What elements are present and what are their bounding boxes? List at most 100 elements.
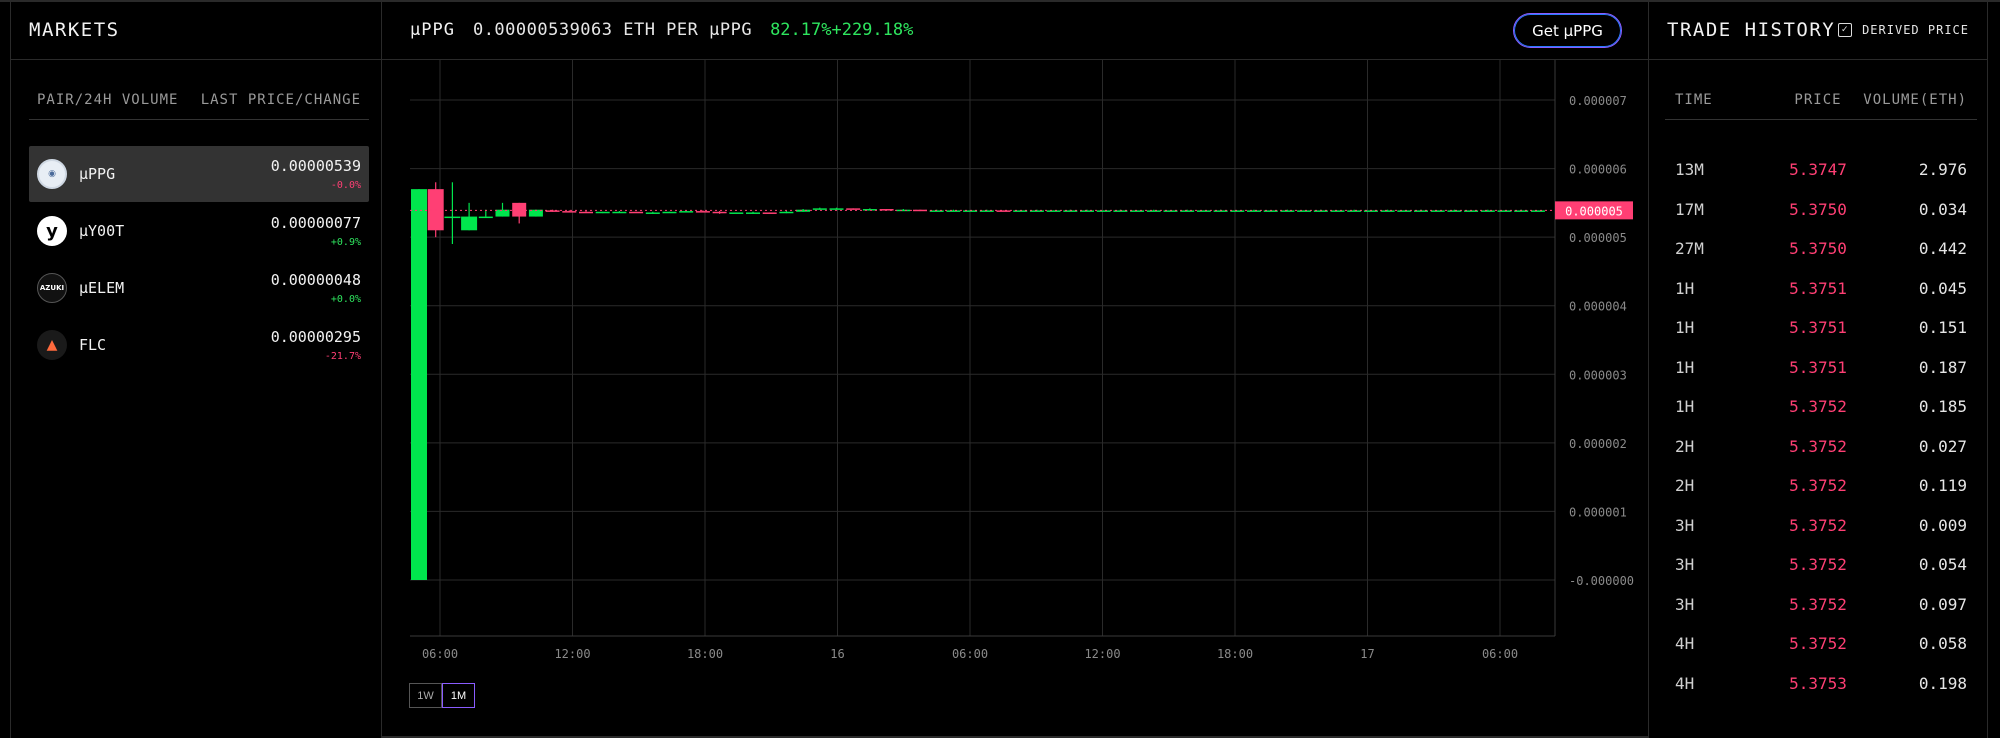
market-row-μelem[interactable]: AZUKI μELEM 0.00000048 +0.0% <box>29 260 369 316</box>
candle-body <box>796 209 811 212</box>
x-tick-label: 18:00 <box>687 647 723 661</box>
trade-time: 1H <box>1675 397 1695 417</box>
trade-volume: 0.058 <box>1918 634 1967 654</box>
y-tick-label: 0.000002 <box>1569 437 1627 451</box>
checkbox-checked-icon[interactable]: ✓ <box>1838 22 1853 37</box>
trade-price: 5.3750 <box>1789 199 1847 219</box>
market-price-block: 0.00000048 +0.0% <box>271 271 361 305</box>
candle-body <box>629 211 644 214</box>
candle-body <box>829 208 844 210</box>
trade-row: 4H5.37530.309 <box>1665 703 1977 712</box>
candle-body <box>444 216 461 219</box>
trade-time: 17M <box>1675 199 1704 219</box>
candle-body <box>545 210 560 212</box>
market-last-price: 0.00000539 <box>270 157 361 175</box>
trade-volume: 2.976 <box>1918 160 1967 180</box>
trade-price: 5.3752 <box>1789 515 1847 535</box>
candle-body <box>695 211 710 213</box>
market-price-block: 0.00000539 -0.0% <box>271 157 361 191</box>
trade-time: 1H <box>1675 357 1695 377</box>
time-range-selector: 1W 1M <box>409 683 475 708</box>
x-tick-label: 06:00 <box>1482 647 1518 661</box>
x-tick-label: 06:00 <box>952 647 988 661</box>
x-tick-label: 12:00 <box>554 647 590 661</box>
market-row-μy00t[interactable]: y μY00T 0.00000077 +0.9% <box>29 203 369 259</box>
candle-body <box>411 189 427 580</box>
trade-row: 2H 5.3752 0.119 <box>1665 466 1977 506</box>
market-row-μppg[interactable]: ◉ μPPG 0.00000539 -0.0% <box>29 146 369 202</box>
trade-row: 1H 5.3751 0.045 <box>1665 269 1977 309</box>
market-last-price: 0.00000048 <box>270 271 361 289</box>
chart-header: μPPG 0.00000539063 ETH PER μPPG 82.17%+2… <box>382 0 1648 60</box>
trade-price: 5.3751 <box>1789 278 1847 298</box>
y-tick-label: 0.000004 <box>1569 300 1627 314</box>
candle-body <box>1347 210 1362 212</box>
ppg-logo-icon: ◉ <box>37 159 67 189</box>
trade-price: 5.3751 <box>1789 357 1847 377</box>
candle-body <box>612 211 627 214</box>
trade-row: 3H 5.3752 0.054 <box>1665 545 1977 585</box>
x-tick-label: 06:00 <box>422 647 458 661</box>
range-button-1m[interactable]: 1M <box>442 683 475 708</box>
trade-row: 27M 5.3750 0.442 <box>1665 229 1977 269</box>
candle-body <box>662 211 677 214</box>
candle-body <box>562 211 577 213</box>
market-last-price: 0.00000077 <box>270 214 361 232</box>
market-row-flc[interactable]: ▲ FLC 0.00000295 -21.7% <box>29 317 369 373</box>
derived-price-toggle[interactable]: ✓ DERIVED PRICE <box>1838 22 1969 37</box>
trade-history-list[interactable]: 13M 5.3747 2.976 17M 5.3750 0.034 27M 5.3750 0.4… <box>1665 150 1977 712</box>
market-name: μPPG <box>79 165 116 183</box>
trade-row: 4H 5.3753 0.198 <box>1665 664 1977 704</box>
market-name: μELEM <box>79 279 125 297</box>
markets-list: ◉ μPPG 0.00000539 -0.0% y μY00T 0.00000077 +0.9… <box>29 146 369 374</box>
trade-volume: 0.442 <box>1918 239 1967 259</box>
chart-current-price: 0.00000539063 ETH PER μPPG <box>472 19 753 40</box>
trade-time: 13M <box>1675 160 1704 180</box>
get-token-button[interactable]: Get μPPG <box>1513 13 1622 48</box>
market-change: -21.7% <box>324 351 361 362</box>
trade-volume: 0.151 <box>1918 318 1967 338</box>
candle-body <box>779 211 794 214</box>
trade-volume: 0.198 <box>1918 673 1967 693</box>
range-button-1w[interactable]: 1W <box>409 683 442 708</box>
market-price-block: 0.00000295 -21.7% <box>271 328 361 362</box>
trade-time: 27M <box>1675 239 1704 259</box>
trade-row: 2H 5.3752 0.027 <box>1665 427 1977 467</box>
trade-volume: 0.045 <box>1918 278 1967 298</box>
candle-body <box>812 208 827 210</box>
derived-price-label: DERIVED PRICE <box>1862 22 1969 37</box>
market-name: μY00T <box>79 222 125 240</box>
trade-time: 1H <box>1675 318 1695 338</box>
trade-volume: 0.054 <box>1918 555 1967 575</box>
trade-time: 4H <box>1675 673 1695 693</box>
price-chart[interactable]: 0.000007 0.000006 0.000005 0.000004 0.000003… <box>382 60 1648 670</box>
col-time: TIME <box>1675 92 1713 108</box>
candle-body <box>1447 210 1462 212</box>
y-tick-label: 0.000006 <box>1569 163 1627 177</box>
trade-row: 4H 5.3752 0.058 <box>1665 624 1977 664</box>
trade-history-header: TRADE HISTORY ✓ DERIVED PRICE <box>1649 0 1987 60</box>
col-volume: VOLUME(ETH) <box>1863 92 1967 108</box>
candle-body <box>762 212 777 214</box>
candle-body <box>427 189 444 231</box>
trade-row: 1H 5.3751 0.151 <box>1665 308 1977 348</box>
market-change: -0.0% <box>330 180 361 191</box>
x-tick-label: 18:00 <box>1217 647 1253 661</box>
market-change: +0.9% <box>330 237 361 248</box>
y-tick-label: 0.000001 <box>1569 505 1627 519</box>
candle-body <box>1096 210 1111 212</box>
last-price-label: 0.000005 <box>1565 204 1623 218</box>
candle-body <box>495 209 510 217</box>
trade-row: 3H 5.3752 0.009 <box>1665 506 1977 546</box>
y00t-logo-icon: y <box>37 216 67 246</box>
trade-time: 2H <box>1675 476 1695 496</box>
x-tick-label: 12:00 <box>1084 647 1120 661</box>
trade-row: 3H 5.3752 0.097 <box>1665 585 1977 625</box>
trade-volume: 0.027 <box>1918 436 1967 456</box>
chart-price-change: 82.17%+229.18% <box>770 19 914 40</box>
chart-pair-name: μPPG <box>410 19 455 40</box>
trade-time: 3H <box>1675 515 1695 535</box>
candle-body <box>478 216 493 219</box>
trade-price: 5.3751 <box>1789 318 1847 338</box>
candle-body <box>1330 210 1345 212</box>
